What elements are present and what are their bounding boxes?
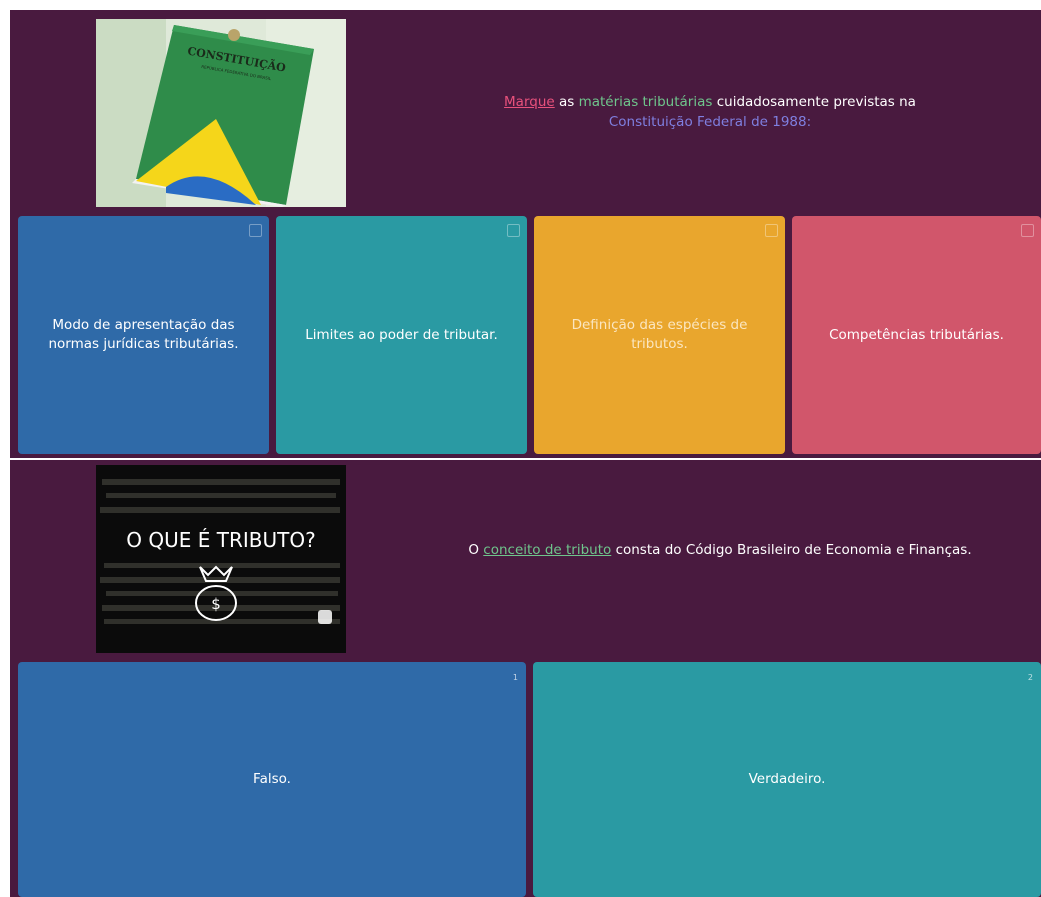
answer-number-1: 1 [512, 673, 518, 682]
checkbox-4[interactable] [1021, 224, 1034, 237]
answer-false-card[interactable]: 1 Falso. [18, 662, 526, 897]
answer-label-3: Definição das espécies de tributos. [571, 317, 748, 352]
marque-link[interactable]: Marque [504, 94, 555, 110]
question-panel-1-bg: CONSTITUIÇÃO REPÚBLICA FEDERATIVA DO BRA… [10, 10, 1041, 458]
q1-text-materias: matérias tributárias [578, 94, 713, 110]
answer-card-3[interactable]: Definição das espécies de tributos. [534, 216, 785, 454]
dollar-sign-icon: $ [211, 595, 221, 613]
conceito-link[interactable]: conceito de tributo [483, 542, 611, 558]
answer-false-label: Falso. [253, 771, 291, 787]
q2-text-o: O [468, 542, 484, 558]
constitution-book-image: CONSTITUIÇÃO REPÚBLICA FEDERATIVA DO BRA… [96, 19, 346, 207]
question-1-text: Marque as matérias tributárias cuidadosa… [430, 92, 990, 132]
checkbox-1[interactable] [249, 224, 262, 237]
answer-label-1: Modo de apresentação das normas jurídica… [48, 317, 239, 352]
answer-card-2[interactable]: Limites ao poder de tributar. [276, 216, 527, 454]
channel-logo-icon [318, 610, 332, 624]
thumbnail-caption: O QUE É TRIBUTO? [126, 528, 315, 552]
question-panel-2: O QUE É TRIBUTO? $ O conceito de tributo… [10, 460, 1041, 897]
answer-card-4[interactable]: Competências tributárias. [792, 216, 1041, 454]
answer-card-1[interactable]: Modo de apresentação das normas jurídica… [18, 216, 269, 454]
question-2-text: O conceito de tributo consta do Código B… [430, 540, 1010, 560]
checkbox-3[interactable] [765, 224, 778, 237]
answer-true-card[interactable]: 2 Verdadeiro. [533, 662, 1041, 897]
q1-text-constituicao: Constituição Federal de 1988: [608, 114, 812, 130]
answer-label-2: Limites ao poder de tributar. [305, 326, 498, 343]
answer-true-label: Verdadeiro. [748, 771, 826, 787]
tributo-thumbnail-illustration: O QUE É TRIBUTO? $ [96, 465, 346, 653]
checkbox-2[interactable] [507, 224, 520, 237]
tributo-video-thumbnail[interactable]: O QUE É TRIBUTO? $ [96, 465, 346, 653]
q2-text-rest: consta do Código Brasileiro de Economia … [611, 542, 972, 558]
q1-text-as: as [554, 94, 579, 110]
answer-label-4: Competências tributárias. [829, 326, 1004, 343]
question-panel-1: CONSTITUIÇÃO REPÚBLICA FEDERATIVA DO BRA… [10, 10, 1041, 458]
constitution-book-illustration: CONSTITUIÇÃO REPÚBLICA FEDERATIVA DO BRA… [96, 19, 346, 207]
q1-text-cuidadosamente: cuidadosamente previstas na [712, 94, 916, 110]
answer-number-2: 2 [1027, 673, 1033, 682]
